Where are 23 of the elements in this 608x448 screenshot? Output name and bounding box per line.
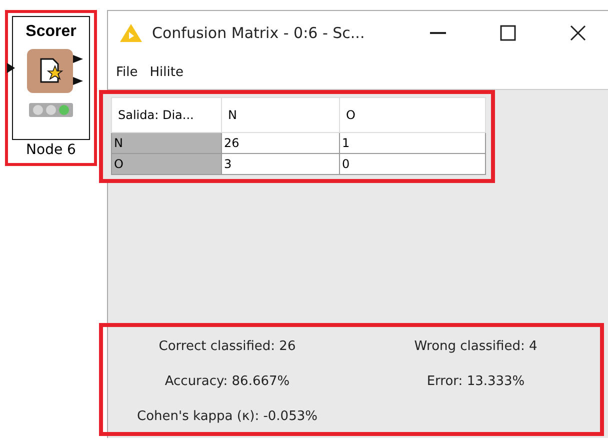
statistic-text: Error: 13.333% (426, 374, 526, 389)
row-header: N (112, 132, 222, 154)
menu-item[interactable]: File (116, 64, 138, 80)
app-icon (120, 24, 142, 42)
minimize-icon (430, 32, 446, 34)
menu-item[interactable]: Hilite (150, 64, 184, 80)
table-cell: 0 (340, 154, 486, 174)
node-title: Scorer (26, 23, 76, 41)
statistic-text: Accuracy: 86.667% (164, 374, 291, 389)
statistic-text: Wrong classified: 4 (413, 339, 538, 354)
close-icon (570, 25, 586, 41)
maximize-icon (500, 25, 516, 41)
row-header: O (112, 154, 222, 174)
node-label: Node 6 (26, 142, 76, 158)
table-cell: 26 (222, 132, 340, 154)
window-title: Confusion Matrix - 0:6 - Sc... (152, 24, 366, 42)
statistic-text: Cohen's kappa (κ): -0.053% (136, 409, 318, 424)
table-cell: 3 (222, 154, 340, 174)
column-header[interactable]: N (222, 98, 340, 132)
statistic-text: Correct classified: 26 (158, 339, 297, 354)
column-header[interactable]: O (340, 98, 486, 132)
table-cell: 1 (340, 132, 486, 154)
column-header[interactable]: Salida: Dia... (112, 98, 222, 132)
